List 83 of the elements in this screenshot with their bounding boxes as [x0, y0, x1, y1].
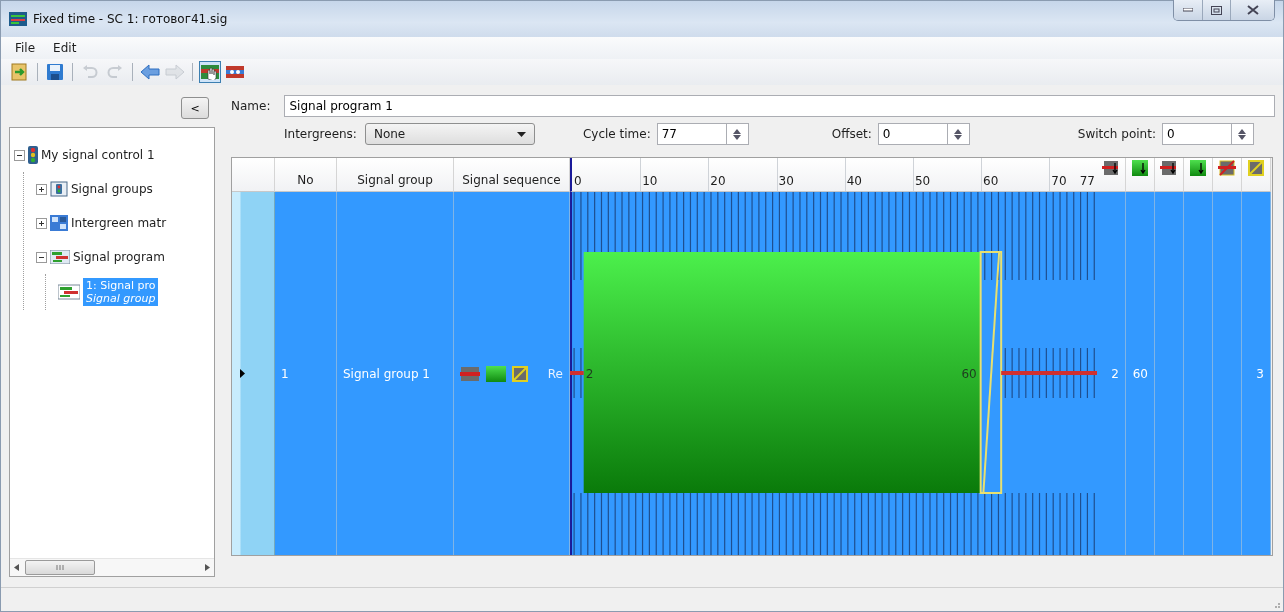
offset-field[interactable]: 0 — [877, 123, 948, 145]
expand-icon[interactable] — [36, 183, 47, 195]
time-tick-label: 50 — [914, 174, 931, 188]
offset-label: Offset: — [831, 127, 872, 141]
collapse-icon[interactable] — [14, 149, 25, 161]
signal-groups-icon — [50, 181, 68, 197]
minimize-icon — [1183, 8, 1193, 12]
time-tick-label: 30 — [778, 174, 794, 188]
spin-buttons[interactable] — [947, 123, 970, 145]
time-tick-label: 60 — [983, 174, 999, 188]
spin-buttons[interactable] — [726, 123, 749, 145]
signal-bars-icon — [226, 64, 244, 80]
collapse-icon[interactable] — [36, 251, 47, 263]
restore-icon — [1211, 5, 1222, 15]
redo-icon — [106, 63, 124, 81]
table-cell: 3 — [1242, 192, 1271, 555]
toolbar-button[interactable] — [139, 61, 161, 83]
forward-arrow-icon — [165, 64, 185, 80]
menu-item[interactable]: Edit — [53, 41, 77, 55]
app-icon — [9, 12, 27, 26]
tree-item[interactable]: Signal groups — [71, 182, 153, 196]
collapse-button[interactable]: < — [181, 97, 209, 119]
expand-icon[interactable] — [36, 217, 47, 229]
back-arrow-icon — [140, 64, 160, 80]
crossed-stop-icon — [1218, 160, 1236, 176]
tree-item[interactable]: My signal control 1 — [41, 148, 155, 162]
close-button[interactable] — [1230, 0, 1274, 20]
go-state-icon — [486, 365, 506, 382]
table-cell: 2 — [1097, 192, 1126, 555]
spin-buttons[interactable] — [1231, 123, 1254, 145]
traffic-light-icon — [28, 146, 38, 164]
state-column-header[interactable] — [1155, 158, 1184, 192]
scroll-left-icon — [14, 564, 19, 571]
transition-icon — [512, 365, 528, 382]
intergreens-dropdown[interactable]: None — [364, 123, 535, 145]
name-label: Name: — [231, 99, 271, 113]
state-column-header[interactable] — [1126, 158, 1155, 192]
state-column-header[interactable] — [1097, 158, 1126, 192]
cycle-time-field[interactable]: 77 — [656, 123, 727, 145]
intergreens-label: Intergreens: — [284, 127, 357, 141]
time-tick-label: 77 — [1079, 174, 1095, 188]
signal-program-icon — [50, 250, 70, 264]
table-cell: 1 — [275, 192, 337, 555]
state-column-header[interactable] — [1184, 158, 1213, 192]
table-cell: Signal group 1 — [337, 192, 454, 555]
time-tick-label: 20 — [710, 174, 726, 188]
interval-end-label: 60 — [961, 366, 977, 381]
stop-state-icon — [460, 366, 480, 381]
signal-program-icon — [58, 284, 80, 300]
window-title: Fixed time - SC 1: готовог41.sig — [33, 12, 229, 26]
maximize-button[interactable] — [1202, 0, 1230, 20]
name-field[interactable]: Signal program 1 — [284, 95, 1275, 117]
close-icon — [1246, 5, 1259, 15]
transition-icon — [1248, 160, 1264, 176]
import-icon — [11, 63, 29, 81]
matrix-icon — [50, 215, 68, 231]
corner-header — [232, 158, 275, 192]
time-tick-label: 0 — [574, 174, 582, 188]
scroll-right-icon — [205, 564, 210, 571]
table-cell: 60 — [1126, 192, 1155, 555]
switch-point-field[interactable]: 0 — [1161, 123, 1232, 145]
toolbar-button[interactable] — [199, 61, 221, 83]
hand-tool-icon — [201, 64, 219, 80]
grip-icon — [55, 565, 65, 570]
horizontal-scrollbar[interactable] — [10, 558, 214, 576]
time-tick-label: 40 — [846, 174, 862, 188]
undo-icon — [81, 63, 99, 81]
column-header[interactable]: No — [275, 158, 337, 192]
caret-icon — [516, 131, 526, 137]
cycle-time-label: Cycle time: — [582, 127, 651, 141]
column-header[interactable]: Signal group — [337, 158, 454, 192]
switch-point-label: Switch point: — [1077, 127, 1156, 141]
tree-item[interactable]: Signal program — [73, 250, 165, 264]
toolbar-button[interactable] — [44, 61, 66, 83]
time-tick-label: 70 — [1051, 174, 1067, 188]
tree-item[interactable]: Intergreen matr — [71, 216, 167, 230]
sequence-label: Re — [547, 366, 563, 381]
time-tick-label: 10 — [642, 174, 658, 188]
current-row-icon — [240, 369, 245, 378]
menu-item[interactable]: File — [15, 41, 36, 55]
column-header[interactable]: Signal sequence — [454, 158, 570, 192]
save-icon — [46, 63, 64, 81]
interval-start-label: 2 — [585, 366, 594, 381]
